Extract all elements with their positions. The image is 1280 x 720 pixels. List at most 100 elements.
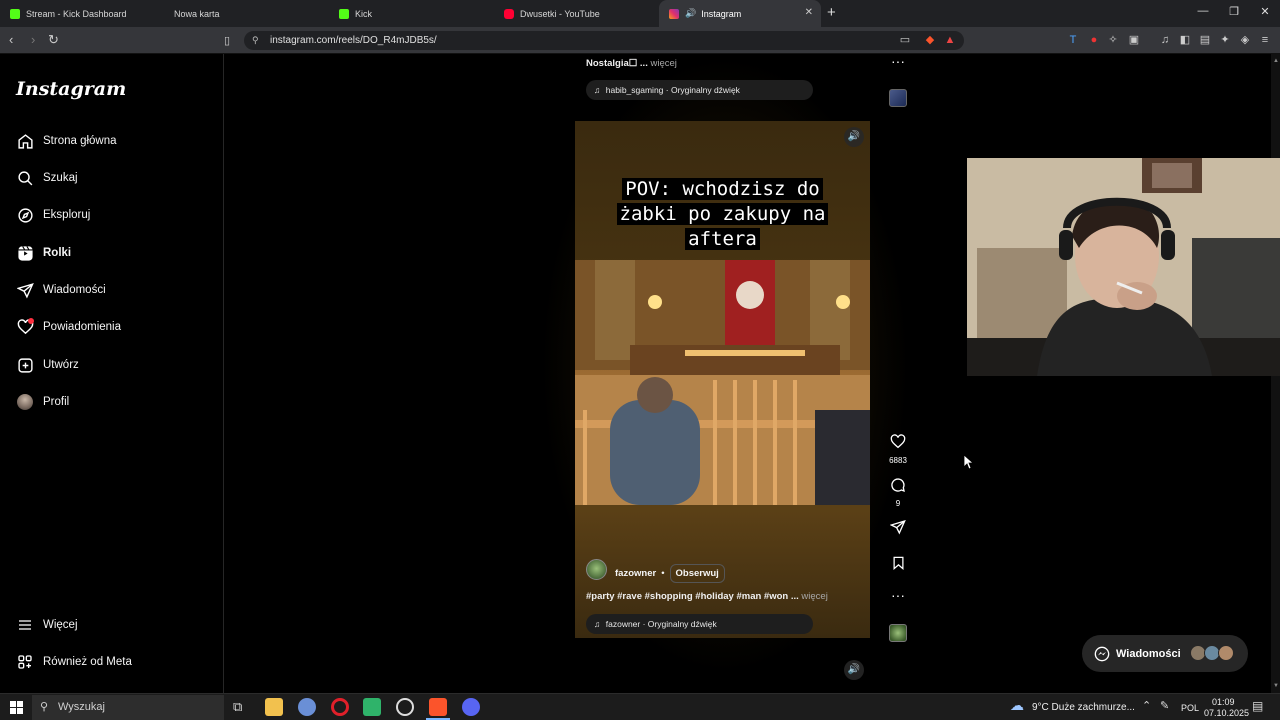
window-close-button[interactable]: ✕ <box>1250 5 1280 18</box>
vpn-icon[interactable]: ◈ <box>1239 34 1251 46</box>
more-link[interactable]: więcej <box>650 58 676 69</box>
tab-title: Instagram <box>701 8 742 19</box>
reel-video-frame <box>575 260 870 505</box>
sidebar-item-label: Eksploruj <box>43 209 91 221</box>
language-indicator[interactable]: POL <box>1181 703 1199 713</box>
sidebar-item-home[interactable]: Strona główna <box>16 131 117 151</box>
translate-icon[interactable]: T <box>1067 34 1079 46</box>
sidebar-toggle-icon[interactable]: ◧ <box>1179 34 1191 46</box>
tab-title: Stream - Kick Dashboard <box>26 8 127 19</box>
prev-reel-audio-thumbnail[interactable] <box>889 89 907 107</box>
reel-audio[interactable]: ♫ fazowner · Oryginalny dźwięk <box>586 614 813 634</box>
plus-icon <box>16 356 34 374</box>
sidebar-item-label: Wiadomości <box>43 284 106 296</box>
extension-red-icon[interactable]: ● <box>1088 34 1100 46</box>
sidebar-item-messages[interactable]: Wiadomości <box>16 280 106 300</box>
notification-center-icon[interactable]: ▤ <box>1252 699 1263 713</box>
like-button[interactable]: 6883 <box>888 434 908 465</box>
discord-icon[interactable] <box>462 698 480 716</box>
messenger-icon <box>1094 646 1110 661</box>
sidebar-item-reels[interactable]: Rolki <box>16 243 71 263</box>
author-avatar[interactable] <box>586 559 607 580</box>
forward-icon[interactable]: › <box>31 32 35 47</box>
tab-instagram[interactable]: 🔊 Instagram ✕ <box>659 0 821 27</box>
more-link[interactable]: więcej <box>801 591 827 602</box>
share-button[interactable] <box>888 519 908 540</box>
tab-kick[interactable]: Kick <box>329 0 494 27</box>
clock-date[interactable]: 07.10.2025 <box>1204 708 1249 718</box>
reel-author-row: fazowner • Obserwuj <box>615 564 725 583</box>
comment-icon <box>891 478 905 493</box>
bookmark-icon <box>893 556 903 570</box>
reel-more-icon[interactable]: ··· <box>888 587 908 603</box>
app-icon[interactable] <box>298 698 316 716</box>
minimize-button[interactable]: — <box>1188 5 1218 17</box>
sidebar-item-notifications[interactable]: Powiadomienia <box>16 317 121 337</box>
task-view-icon[interactable]: ⧉ <box>233 699 242 715</box>
courtroom-scene <box>575 260 870 505</box>
instagram-logo[interactable]: Instagram <box>16 78 126 100</box>
address-field[interactable]: ⚲ instagram.com/reels/DO_R4mJDB5s/ <box>244 31 964 50</box>
like-count: 6883 <box>889 456 907 465</box>
gallery-app-icon[interactable] <box>363 698 381 716</box>
sidebar-item-more[interactable]: Więcej <box>16 615 78 635</box>
restore-button[interactable]: ❐ <box>1219 5 1249 18</box>
next-reel-volume-button[interactable]: 🔊 <box>844 660 864 680</box>
clock-time[interactable]: 01:09 <box>1212 697 1235 707</box>
back-icon[interactable]: ‹ <box>9 32 13 47</box>
messages-button[interactable]: Wiadomości <box>1082 635 1248 672</box>
wallet-icon[interactable]: ▤ <box>1199 34 1211 46</box>
pen-icon[interactable]: ✎ <box>1160 699 1169 712</box>
reel-player[interactable]: POV: wchodzisz do żabki po zakupy na aft… <box>575 121 870 638</box>
sidebar-item-label: Powiadomienia <box>43 321 121 333</box>
brave-rewards-icon[interactable]: ▲ <box>944 34 956 46</box>
reel-audio-thumbnail[interactable] <box>889 624 907 642</box>
sidebar-item-search[interactable]: Szukaj <box>16 168 78 188</box>
leo-ai-icon[interactable]: ✦ <box>1219 34 1231 46</box>
mouse-cursor <box>964 455 974 470</box>
brave-shield-icon[interactable]: ◆ <box>924 34 936 46</box>
sidebar-item-label: Więcej <box>43 619 78 631</box>
prev-reel-audio[interactable]: ♫ habib_sgaming · Oryginalny dźwięk <box>586 80 813 100</box>
tab-kick-dashboard[interactable]: Stream - Kick Dashboard <box>0 0 165 27</box>
tab-new[interactable]: Nowa karta <box>164 0 329 27</box>
sidebar-item-meta[interactable]: Również od Meta <box>16 652 132 672</box>
tray-overflow-icon[interactable]: ⌃ <box>1142 699 1151 712</box>
heart-icon <box>890 434 906 449</box>
reload-icon[interactable]: ↻ <box>48 32 59 48</box>
author-name[interactable]: fazowner <box>615 568 656 579</box>
separator-dot: • <box>661 568 665 579</box>
reels-icon <box>16 244 34 262</box>
tab-youtube[interactable]: Dwusetki - YouTube <box>494 0 659 27</box>
message-avatar <box>1218 645 1234 661</box>
taskbar-search[interactable]: ⚲ Wyszukaj <box>32 695 224 720</box>
save-button[interactable] <box>888 555 908 576</box>
brave-icon[interactable] <box>429 698 447 716</box>
sidebar-item-label: Szukaj <box>43 172 78 184</box>
prev-reel-more-icon[interactable]: ··· <box>888 53 908 69</box>
new-tab-button[interactable]: + <box>827 4 836 21</box>
menu-icon[interactable]: ≡ <box>1259 34 1271 46</box>
screenshot-icon[interactable]: ▣ <box>1128 34 1140 46</box>
timer-app-icon[interactable] <box>396 698 414 716</box>
weather-text[interactable]: 9°C Duże zachmurze... <box>1032 702 1135 713</box>
file-explorer-icon[interactable] <box>265 698 283 716</box>
sidebar-item-label: Profil <box>43 396 70 408</box>
sidebar-item-profile[interactable]: Profil <box>16 392 69 412</box>
sidebar-item-explore[interactable]: Eksploruj <box>16 205 90 225</box>
sidebar-item-create[interactable]: Utwórz <box>16 355 79 375</box>
site-info-icon[interactable]: ⚲ <box>252 31 259 50</box>
comment-button[interactable]: 9 <box>888 477 908 508</box>
follow-button[interactable]: Obserwuj <box>669 564 725 583</box>
sidebar-item-label: Również od Meta <box>43 656 132 668</box>
opera-icon[interactable] <box>331 698 349 716</box>
extensions-icon[interactable]: ✧ <box>1107 34 1119 46</box>
instagram-icon <box>669 8 679 19</box>
close-icon[interactable]: ✕ <box>805 7 813 18</box>
cast-icon[interactable]: ▭ <box>899 34 911 46</box>
reel-volume-button[interactable]: 🔊 <box>844 127 864 147</box>
bookmark-icon[interactable]: ▯ <box>224 34 230 47</box>
media-icon[interactable]: ♫ <box>1159 34 1171 46</box>
prev-reel-caption: Nostalgia☐ ... więcej <box>586 58 677 69</box>
windows-start-icon[interactable] <box>10 701 23 714</box>
